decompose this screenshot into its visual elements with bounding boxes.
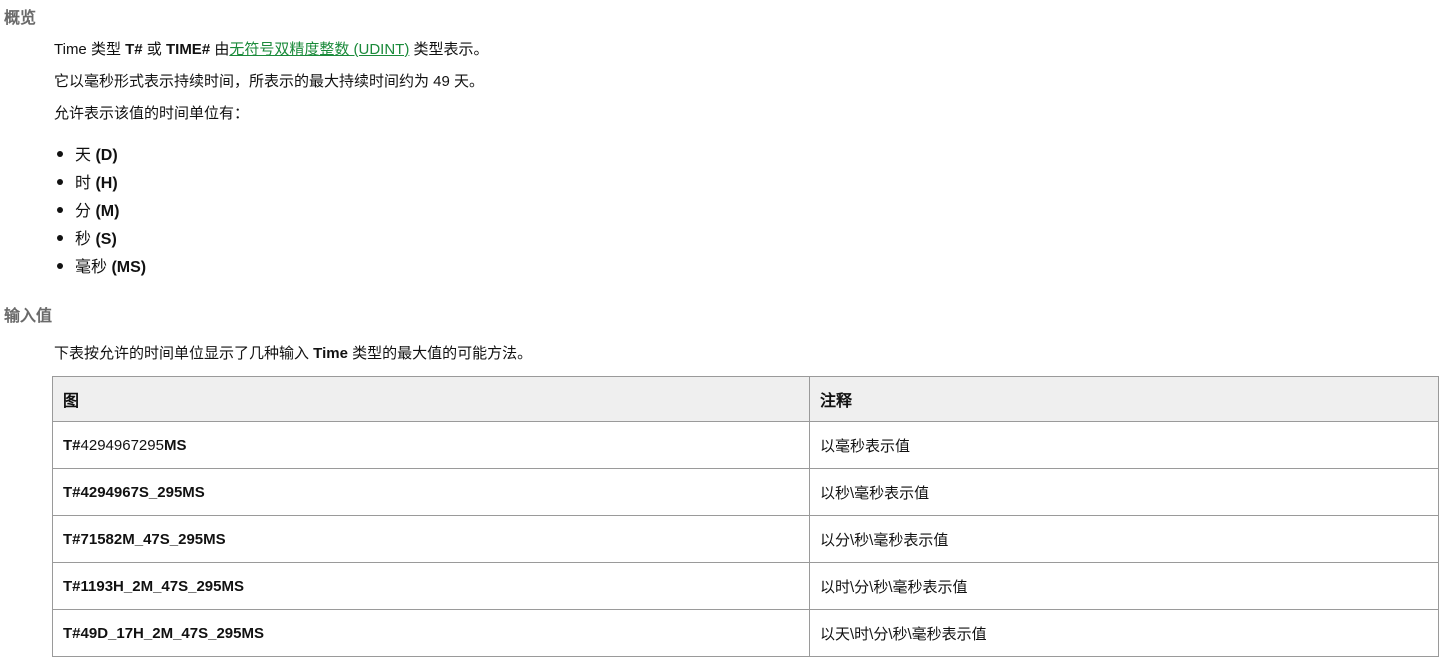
table-row: T#49D_17H_2M_47S_295MS 以天\时\分\秒\毫秒表示值 [52, 609, 1439, 657]
intro-time-bold: Time [313, 345, 348, 362]
overview-paragraph-duration: 它以毫秒形式表示持续时间，所表示的最大持续时间约为 49 天。 [54, 73, 485, 90]
figure-suffix: MS [182, 483, 205, 501]
p1-or: 或 [142, 41, 166, 58]
p1-prefix: Time 类型 [54, 41, 126, 58]
p1-time-prefix: TIME# [165, 41, 211, 58]
bullet-icon [57, 262, 63, 269]
input-intro-paragraph: 下表按允许的时间单位显示了几种输入 Time 类型的最大值的可能方法。 [54, 344, 532, 364]
figure-cell: T#4294967295MS [52, 421, 810, 469]
column-header-figure: 图 [52, 376, 810, 422]
note-cell: 以秒\毫秒表示值 [809, 468, 1439, 516]
p1-suffix: 类型表示。 [409, 41, 489, 58]
figure-cell: T#1193H_2M_47S_295MS [52, 562, 810, 610]
overview-paragraph-type: Time 类型 T# 或 TIME# 由无符号双精度整数 (UDINT) 类型表… [54, 40, 489, 60]
list-item: 秒 (S) [54, 226, 146, 254]
unit-abbr: (D) [95, 147, 118, 164]
figure-cell: T#49D_17H_2M_47S_295MS [52, 609, 810, 657]
unit-name: 毫秒 [75, 259, 108, 276]
figure-value: 1193H_2M_47S_295 [80, 577, 222, 595]
unit-name: 时 [75, 175, 92, 192]
figure-prefix: T# [63, 436, 81, 454]
p1-by: 由 [210, 41, 230, 58]
table-row: T#1193H_2M_47S_295MS 以时\分\秒\毫秒表示值 [52, 562, 1439, 610]
figure-value: 49D_17H_2M_47S_295 [80, 624, 242, 642]
figure-cell: T#4294967S_295MS [52, 468, 810, 516]
udint-link[interactable]: 无符号双精度整数 (UDINT) [229, 41, 409, 58]
table-row: T#4294967S_295MS 以秒\毫秒表示值 [52, 468, 1439, 516]
figure-prefix: T# [63, 483, 81, 501]
table-row: T#4294967295MS 以毫秒表示值 [52, 421, 1439, 469]
figure-suffix: MS [241, 624, 264, 642]
bullet-icon [57, 234, 63, 241]
help-page: 概览 Time 类型 T# 或 TIME# 由无符号双精度整数 (UDINT) … [0, 0, 1439, 669]
time-unit-list: 天 (D) 时 (H) 分 (M) 秒 (S) 毫秒 (MS) [54, 142, 146, 282]
intro-suffix: 类型的最大值的可能方法。 [347, 345, 533, 362]
figure-prefix: T# [63, 530, 81, 548]
note-cell: 以时\分\秒\毫秒表示值 [809, 562, 1439, 610]
bullet-icon [57, 206, 63, 213]
overview-heading: 概览 [4, 10, 37, 27]
figure-prefix: T# [63, 624, 81, 642]
note-cell: 以分\秒\毫秒表示值 [809, 515, 1439, 563]
figure-value: 4294967295 [80, 436, 164, 454]
column-header-note: 注释 [809, 376, 1439, 422]
note-cell: 以天\时\分\秒\毫秒表示值 [809, 609, 1439, 657]
figure-suffix: MS [203, 530, 226, 548]
figure-suffix: MS [163, 436, 187, 454]
figure-value: 4294967S_295 [80, 483, 183, 501]
figure-value: 71582M_47S_295 [80, 530, 204, 548]
table-row: T#71582M_47S_295MS 以分\秒\毫秒表示值 [52, 515, 1439, 563]
unit-abbr: (H) [95, 175, 118, 192]
unit-abbr: (M) [95, 203, 120, 220]
list-item: 天 (D) [54, 142, 146, 170]
bullet-icon [57, 150, 63, 157]
overview-paragraph-units: 允许表示该值的时间单位有： [54, 105, 250, 122]
bullet-icon [57, 178, 63, 185]
list-item: 时 (H) [54, 170, 146, 198]
list-item: 毫秒 (MS) [54, 254, 146, 282]
table-header-row: 图 注释 [52, 376, 1439, 422]
intro-prefix: 下表按允许的时间单位显示了几种输入 [54, 345, 314, 362]
figure-cell: T#71582M_47S_295MS [52, 515, 810, 563]
unit-name: 秒 [75, 231, 92, 248]
figure-prefix: T# [63, 577, 81, 595]
p1-t-prefix: T# [125, 41, 143, 58]
input-values-heading: 输入值 [4, 308, 53, 325]
figure-suffix: MS [221, 577, 244, 595]
list-item: 分 (M) [54, 198, 146, 226]
unit-abbr: (MS) [111, 259, 147, 276]
unit-abbr: (S) [95, 231, 117, 248]
unit-name: 天 [75, 147, 92, 164]
time-examples-table: 图 注释 T#4294967295MS 以毫秒表示值 T#4294967S_29… [52, 376, 1439, 657]
unit-name: 分 [75, 203, 92, 220]
note-cell: 以毫秒表示值 [809, 421, 1439, 469]
